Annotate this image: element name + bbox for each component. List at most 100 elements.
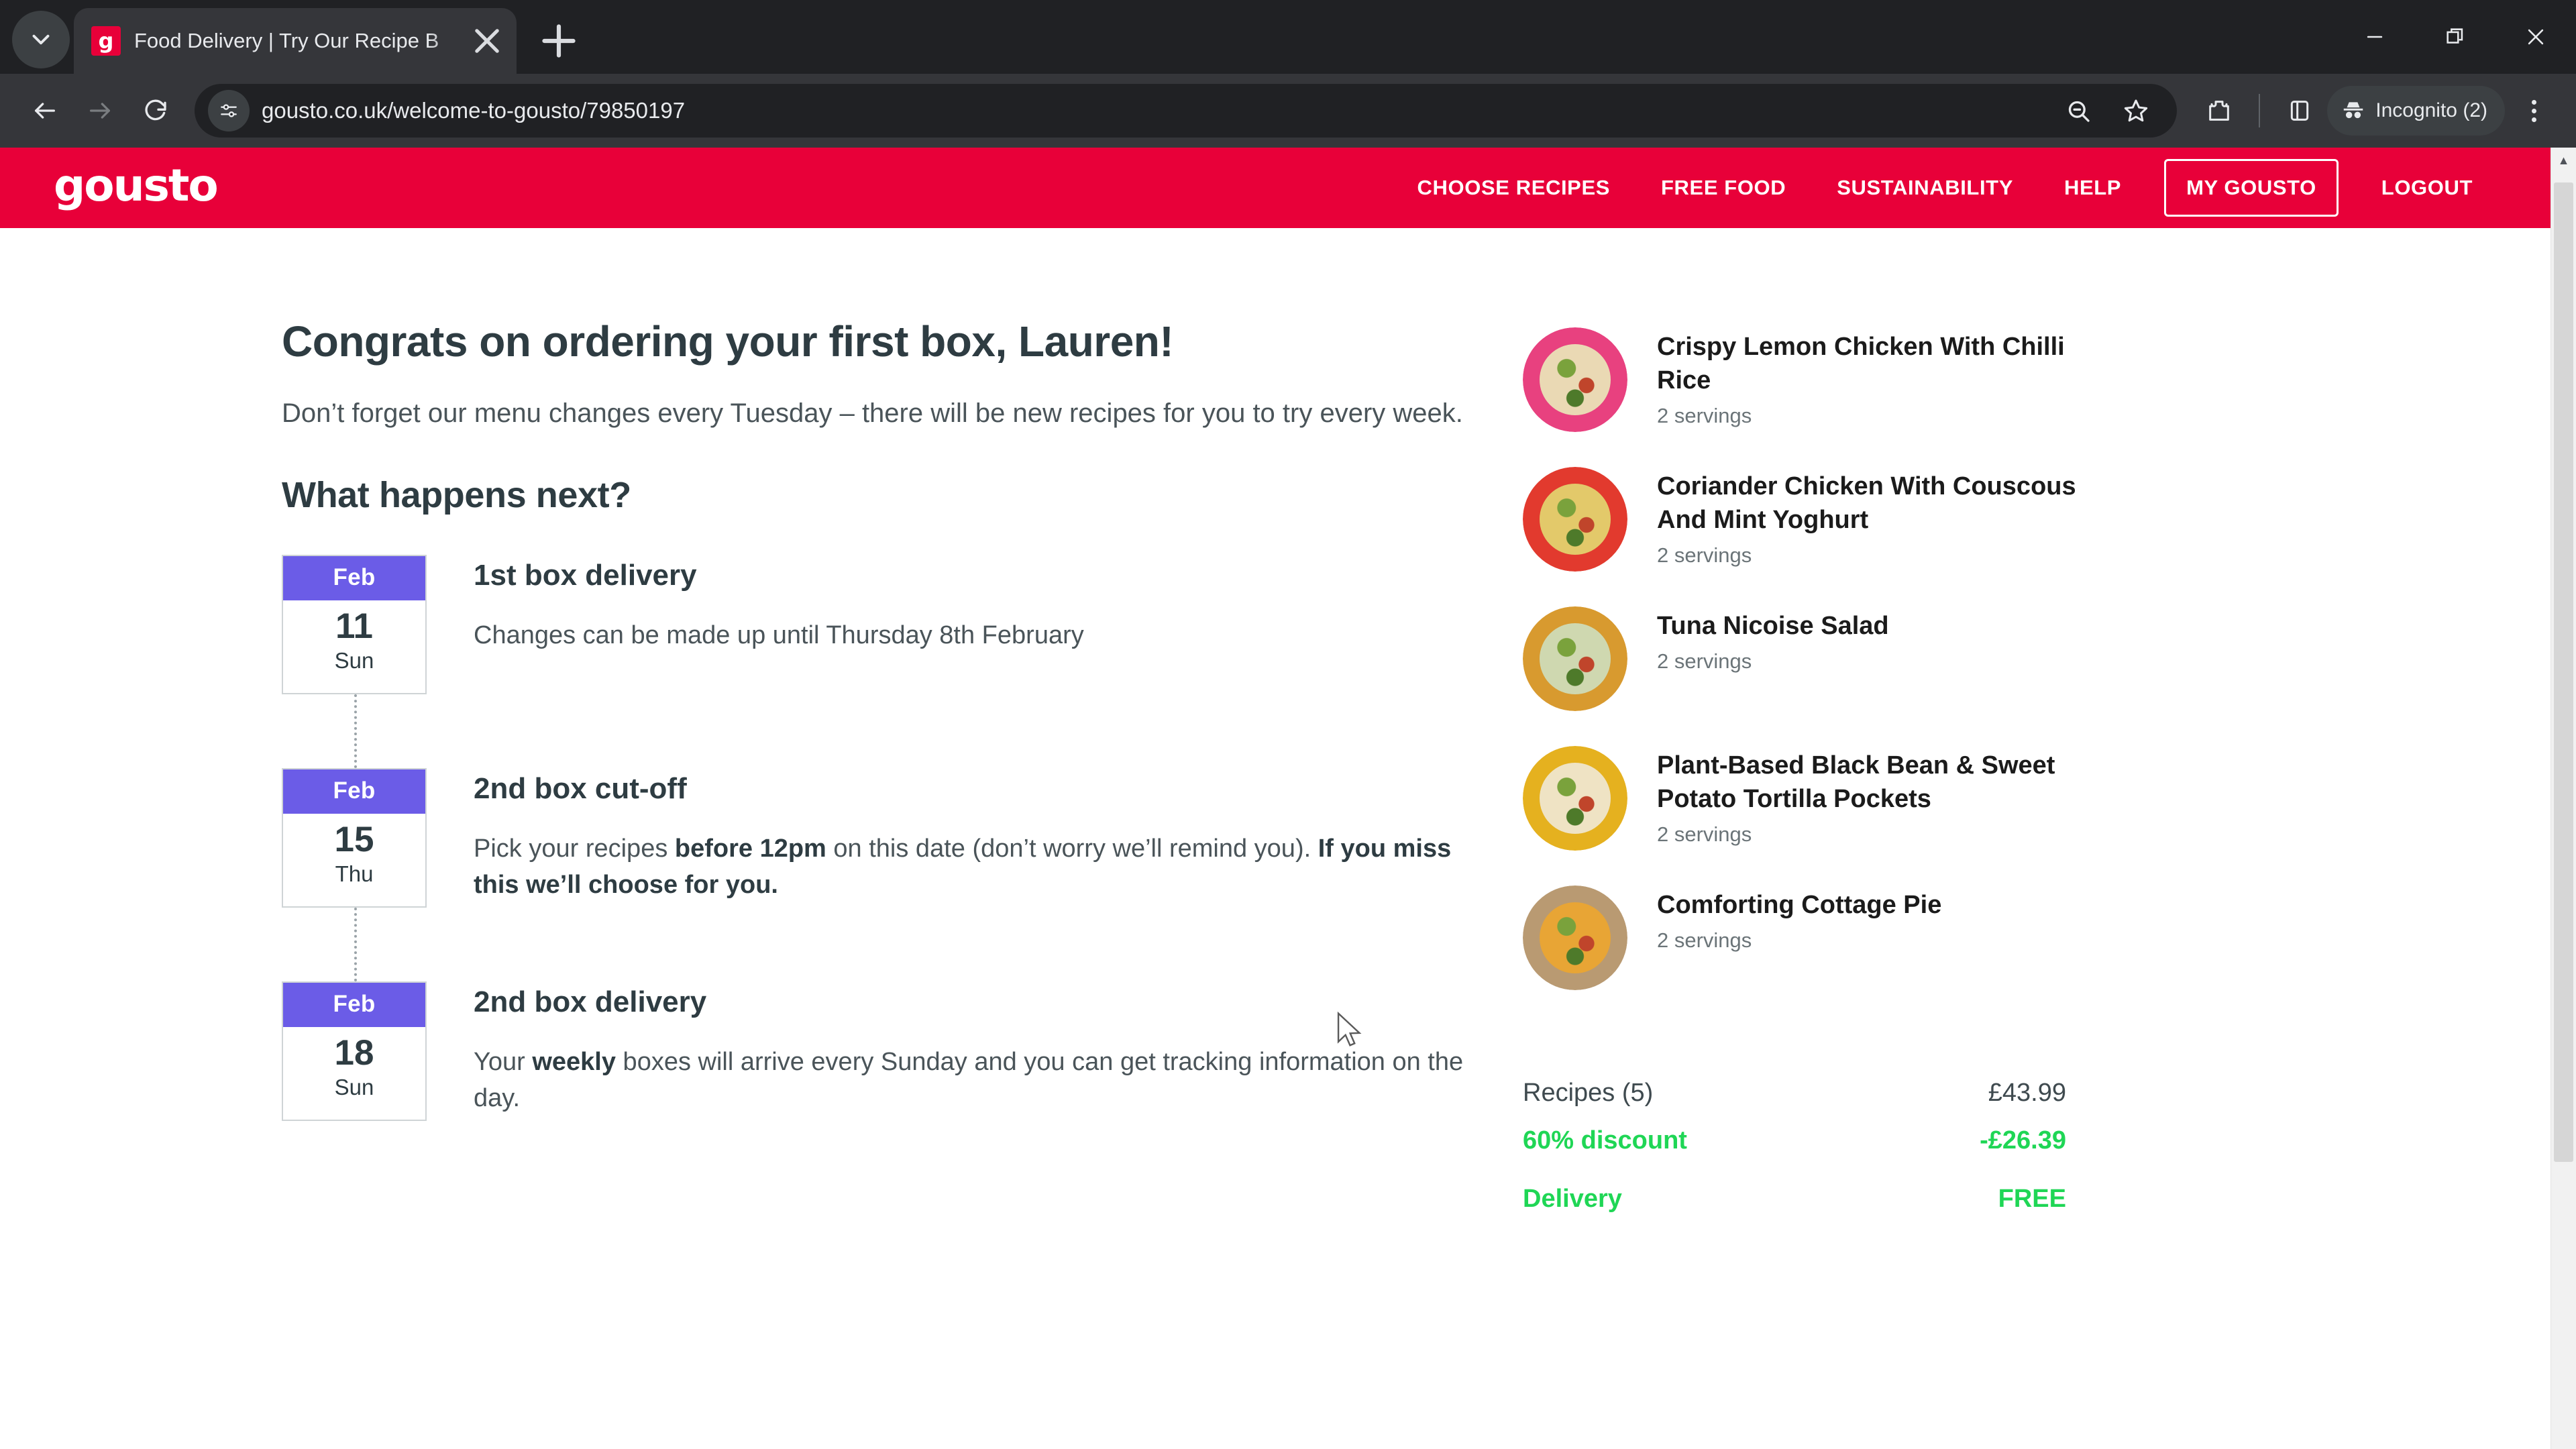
date-month: Feb: [283, 982, 425, 1027]
nav-sustainability[interactable]: SUSTAINABILITY: [1811, 176, 2039, 200]
recipe-food: [1539, 762, 1611, 835]
summary-label: Recipes (5): [1523, 1079, 1654, 1107]
page-content: Congrats on ordering your first box, Lau…: [0, 228, 2551, 1232]
date-weekday: Sun: [334, 647, 374, 673]
date-day: 18: [334, 1032, 374, 1073]
reload-icon: [145, 99, 166, 121]
page-scrollbar[interactable]: ▲: [2551, 148, 2576, 1449]
recipe-servings: 2 servings: [1657, 822, 1752, 847]
page-title: Congrats on ordering your first box, Lau…: [282, 317, 1174, 366]
chevron-down-icon: [32, 34, 50, 45]
close-tab-button[interactable]: [470, 23, 504, 58]
recipe-item[interactable]: Tuna Nicoise Salad 2 servings: [1523, 606, 2376, 711]
recipe-food: [1539, 483, 1611, 555]
timeline-item-description: Pick your recipes before 12pm on this da…: [474, 831, 1476, 904]
recipe-name: Crispy Lemon Chicken With Chilli Rice: [1657, 333, 2065, 395]
minimize-icon: [2367, 36, 2383, 38]
timeline-item-body: 1st box delivery Changes can be made up u…: [427, 555, 1084, 694]
browser-toolbar: gousto.co.uk/welcome-to-gousto/79850197 …: [0, 74, 2576, 148]
incognito-profile-chip[interactable]: Incognito (2): [2327, 86, 2505, 136]
description-text: Pick your recipes: [474, 834, 675, 863]
recipe-thumbnail: [1523, 885, 1627, 990]
nav-help[interactable]: HELP: [2039, 176, 2147, 200]
browser-tab[interactable]: g Food Delivery | Try Our Recipe B: [74, 8, 517, 74]
new-tab-button[interactable]: [534, 16, 584, 66]
star-icon: [2125, 99, 2148, 122]
menu-dot: [2531, 117, 2536, 122]
description-text: Your: [474, 1047, 533, 1076]
nav-my-gousto[interactable]: MY GOUSTO: [2164, 159, 2339, 217]
recipe-meta: Coriander Chicken With Couscous And Mint…: [1657, 467, 2086, 568]
page-viewport: gousto CHOOSE RECIPES FREE FOOD SUSTAINA…: [0, 148, 2576, 1449]
delivery-timeline: Feb 11 Sun 1st box delivery Changes can be m…: [282, 554, 1476, 1121]
zoom-button[interactable]: [2051, 83, 2106, 138]
timeline-item-title: 2nd box delivery: [474, 985, 707, 1018]
recipe-servings: 2 servings: [1657, 649, 1752, 674]
browser-window: g Food Delivery | Try Our Recipe B goust…: [0, 0, 2576, 1449]
timeline-item-description: Changes can be made up until Thursday 8t…: [474, 618, 1084, 654]
timeline-date-badge: Feb 18 Sun: [282, 981, 427, 1121]
timeline-item-title: 2nd box cut-off: [474, 771, 687, 805]
reload-button[interactable]: [127, 83, 182, 138]
date-month: Feb: [283, 555, 425, 600]
side-panel-icon: [2291, 101, 2309, 121]
summary-row: Recipes (5) £43.99: [1523, 1079, 2066, 1108]
recipe-item[interactable]: Coriander Chicken With Couscous And Mint…: [1523, 467, 2376, 572]
date-day: 15: [334, 819, 374, 859]
forward-arrow-icon: [90, 103, 110, 119]
order-sidebar: Crispy Lemon Chicken With Chilli Rice 2 s…: [1476, 228, 2497, 1232]
description-text: on this date (don’t worry we’ll remind y…: [826, 834, 1318, 863]
recipe-food: [1539, 902, 1611, 974]
date-day: 11: [335, 606, 374, 646]
date-weekday: Thu: [335, 861, 374, 886]
main-column: Congrats on ordering your first box, Lau…: [54, 228, 1476, 1232]
recipe-meta: Plant-Based Black Bean & Sweet Potato To…: [1657, 746, 2086, 847]
summary-value: -£26.39: [1980, 1126, 2066, 1155]
main-navigation: CHOOSE RECIPES FREE FOOD SUSTAINABILITY …: [1392, 159, 2498, 217]
description-text: Changes can be made up until Thursday 8t…: [474, 621, 1084, 649]
side-panel-button[interactable]: [2272, 83, 2327, 138]
minimize-button[interactable]: [2334, 0, 2415, 74]
nav-logout[interactable]: LOGOUT: [2356, 176, 2498, 200]
three-dot-menu-button[interactable]: [2509, 86, 2559, 136]
gousto-favicon: g: [91, 26, 121, 56]
recipe-list: Crispy Lemon Chicken With Chilli Rice 2 s…: [1523, 327, 2376, 990]
site-settings-button[interactable]: [208, 90, 250, 131]
extensions-button[interactable]: [2192, 83, 2247, 138]
nav-free-food[interactable]: FREE FOOD: [1635, 176, 1811, 200]
recipe-servings: 2 servings: [1657, 543, 1752, 568]
recipe-name: Comforting Cottage Pie: [1657, 891, 1942, 919]
recipe-item[interactable]: Crispy Lemon Chicken With Chilli Rice 2 s…: [1523, 327, 2376, 432]
menu-dot: [2531, 108, 2536, 113]
timeline-date-badge: Feb 11 Sun: [282, 554, 427, 694]
description-emphasis: weekly: [532, 1047, 616, 1076]
gousto-page: gousto CHOOSE RECIPES FREE FOOD SUSTAINA…: [0, 148, 2551, 1449]
tab-search-button[interactable]: [12, 11, 70, 68]
close-window-button[interactable]: [2496, 0, 2576, 74]
recipe-servings: 2 servings: [1657, 404, 1752, 428]
recipe-name: Tuna Nicoise Salad: [1657, 612, 1889, 640]
recipe-servings: 2 servings: [1657, 928, 1752, 953]
forward-button[interactable]: [72, 83, 127, 138]
recipe-meta: Comforting Cottage Pie 2 servings: [1657, 885, 1941, 953]
nav-choose-recipes[interactable]: CHOOSE RECIPES: [1392, 176, 1635, 200]
back-arrow-icon: [35, 103, 56, 119]
recipe-thumbnail: [1523, 606, 1627, 711]
url-text: gousto.co.uk/welcome-to-gousto/79850197: [262, 98, 686, 123]
summary-label: Delivery: [1523, 1185, 1622, 1213]
recipe-name: Coriander Chicken With Couscous And Mint…: [1657, 472, 2076, 535]
maximize-button[interactable]: [2415, 0, 2496, 74]
timeline-item: Feb 11 Sun 1st box delivery Changes can be m…: [282, 554, 1476, 768]
recipe-item[interactable]: Comforting Cottage Pie 2 servings: [1523, 885, 2376, 990]
scrollbar-thumb[interactable]: [2554, 182, 2573, 1162]
gousto-logo[interactable]: gousto: [54, 164, 219, 208]
address-bar[interactable]: gousto.co.uk/welcome-to-gousto/79850197: [195, 83, 2178, 138]
timeline-item-body: 2nd box delivery Your weekly boxes will a…: [427, 981, 1476, 1121]
bookmark-button[interactable]: [2108, 83, 2163, 138]
back-button[interactable]: [17, 83, 72, 138]
recipe-name: Plant-Based Black Bean & Sweet Potato To…: [1657, 751, 2055, 814]
scroll-up-button[interactable]: ▲: [2551, 148, 2576, 173]
recipe-item[interactable]: Plant-Based Black Bean & Sweet Potato To…: [1523, 746, 2376, 851]
recipe-thumbnail: [1523, 467, 1627, 572]
recipe-food: [1539, 343, 1611, 416]
